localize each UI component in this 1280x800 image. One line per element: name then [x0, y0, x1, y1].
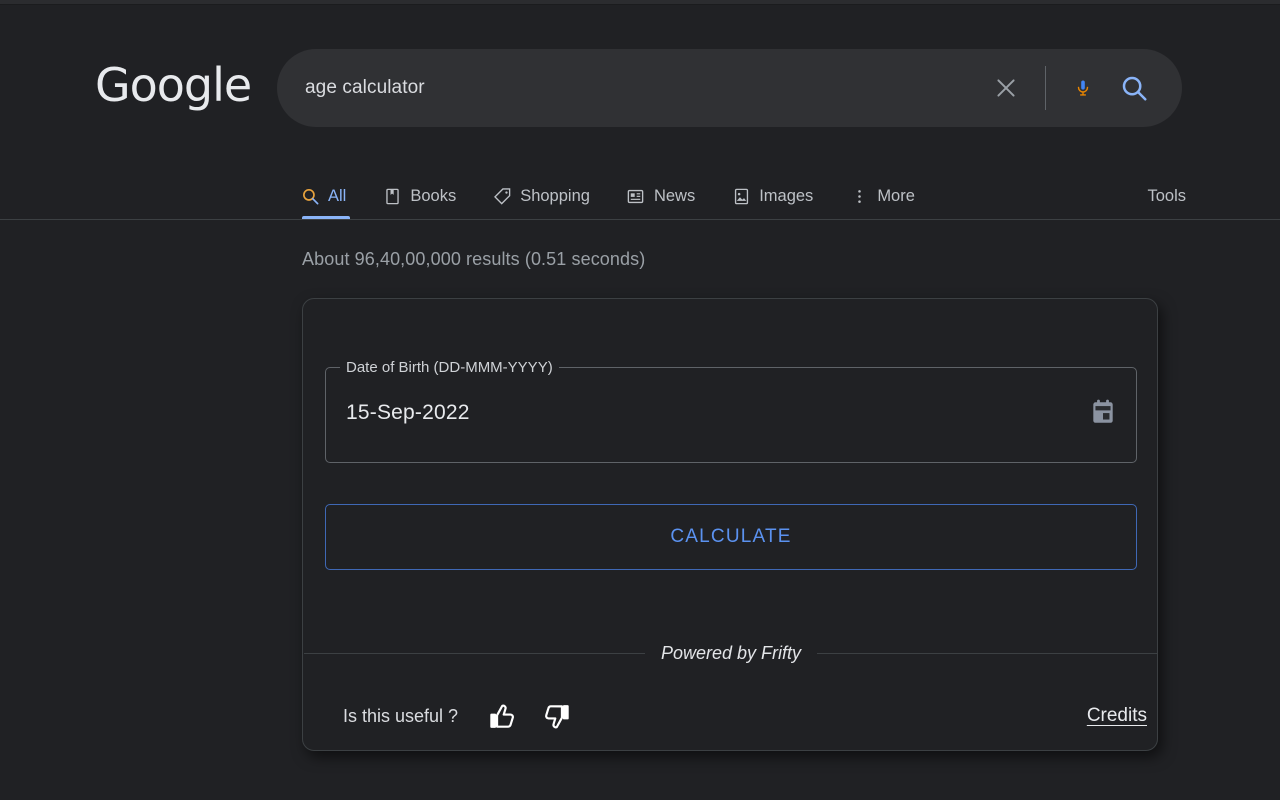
search-icon[interactable] — [1112, 66, 1156, 110]
book-icon — [382, 186, 402, 206]
tab-shopping[interactable]: Shopping — [492, 171, 606, 221]
tab-label: Shopping — [520, 186, 590, 205]
search-input[interactable]: age calculator — [305, 77, 983, 99]
tab-label: News — [653, 186, 696, 205]
more-vertical-icon — [849, 186, 869, 206]
tab-all[interactable]: All — [300, 171, 346, 221]
close-icon[interactable] — [983, 65, 1029, 111]
microphone-icon[interactable] — [1068, 71, 1098, 105]
age-calculator-card: Date of Birth (DD-MMM-YYYY) 15-Sep-2022 … — [302, 298, 1158, 751]
thumbs-down-icon[interactable] — [540, 700, 572, 732]
tab-label: Images — [759, 186, 814, 205]
newspaper-icon — [626, 186, 646, 206]
result-stats: About 96,40,00,000 results (0.51 seconds… — [302, 249, 646, 269]
calculate-button[interactable]: CALCULATE — [325, 504, 1137, 570]
is-this-useful-label: Is this useful ? — [343, 705, 459, 726]
card-footer: Is this useful ? Credits — [303, 685, 1159, 747]
nav-divider — [0, 219, 1280, 220]
tag-icon — [492, 186, 512, 206]
image-icon — [731, 186, 751, 206]
tab-more[interactable]: More — [849, 171, 931, 221]
search-icon — [300, 186, 320, 206]
card-footer-divider — [304, 653, 1158, 654]
tab-books[interactable]: Books — [382, 171, 472, 221]
search-bar-divider — [1045, 66, 1046, 110]
tab-label: Books — [410, 186, 457, 205]
thumbs-up-icon[interactable] — [486, 700, 518, 732]
search-header: Google age calculator All Books Shopping… — [0, 5, 1280, 220]
tab-label: More — [877, 186, 915, 205]
tab-images[interactable]: Images — [731, 171, 829, 221]
search-nav-tabs: All Books Shopping News Images More Tool… — [0, 171, 1280, 225]
calendar-icon[interactable] — [1090, 398, 1116, 426]
credits-link[interactable]: Credits — [1087, 705, 1147, 727]
date-of-birth-label: Date of Birth (DD-MMM-YYYY) — [340, 359, 559, 377]
google-logo[interactable]: Google — [95, 62, 252, 108]
search-bar[interactable]: age calculator — [277, 49, 1182, 127]
tab-label: All — [328, 186, 347, 205]
tools-button[interactable]: Tools — [1147, 171, 1186, 221]
date-of-birth-input[interactable]: 15-Sep-2022 — [346, 401, 470, 425]
date-of-birth-field[interactable]: Date of Birth (DD-MMM-YYYY) 15-Sep-2022 — [325, 359, 1137, 463]
tab-news[interactable]: News — [626, 171, 711, 221]
